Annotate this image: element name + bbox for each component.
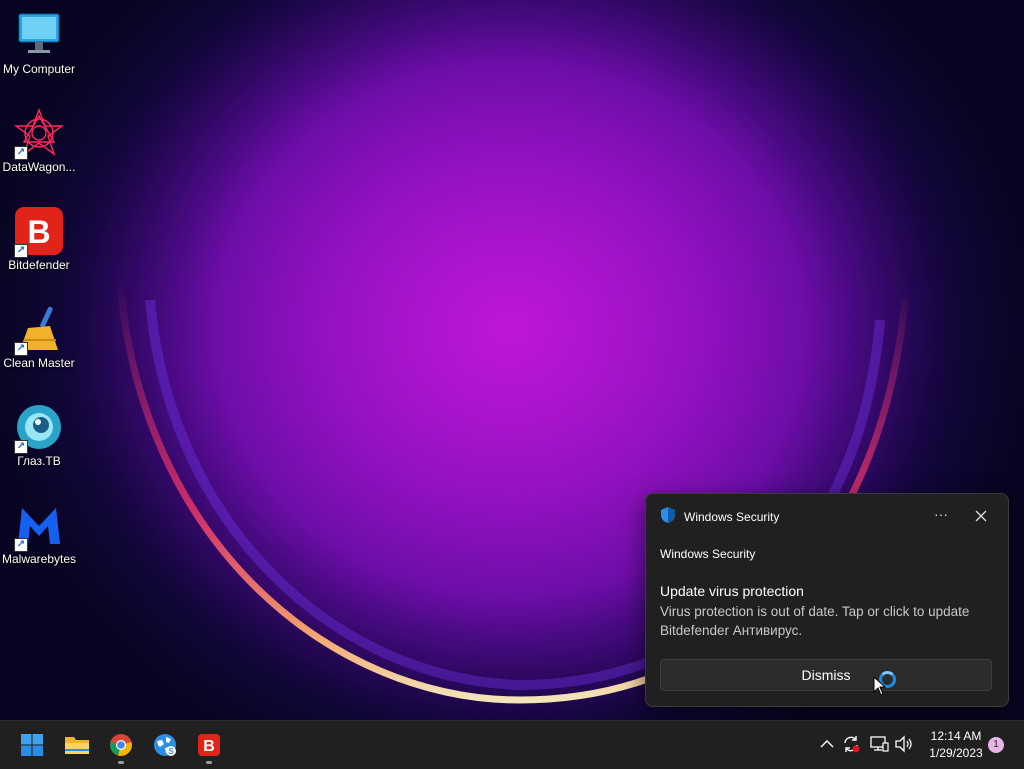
desktop-icon-datawagon[interactable]: ↗ DataWagon... xyxy=(0,100,78,192)
more-options-button[interactable]: ··· xyxy=(932,506,950,526)
show-hidden-icons-button[interactable] xyxy=(816,733,838,755)
tray-sync-app[interactable] xyxy=(840,733,862,755)
close-icon xyxy=(975,510,987,522)
datawagon-icon: ↗ xyxy=(13,108,65,160)
broom-icon: ↗ xyxy=(14,304,64,356)
notification-count-badge[interactable]: 1 xyxy=(988,737,1004,753)
svg-text:S: S xyxy=(168,747,174,756)
dismiss-button[interactable]: Dismiss xyxy=(660,659,992,691)
shield-icon xyxy=(660,506,676,529)
notification-app-name: Windows Security xyxy=(684,510,780,524)
taskbar-bitdefender[interactable]: B xyxy=(193,729,225,764)
desktop-icon-bitdefender[interactable]: B ↗ Bitdefender xyxy=(0,198,78,290)
globe-icon: S xyxy=(154,734,176,756)
chevron-up-icon xyxy=(820,740,834,748)
notification-body: Virus protection is out of date. Tap or … xyxy=(660,604,970,638)
bitdefender-icon: B xyxy=(198,734,220,756)
shortcut-arrow-icon: ↗ xyxy=(14,538,28,552)
notification-title: Update virus protection xyxy=(660,583,804,599)
bitdefender-icon: B ↗ xyxy=(14,206,64,258)
tray-network[interactable] xyxy=(868,733,890,755)
taskbar-network-tool[interactable]: S xyxy=(149,729,181,761)
desktop-icon-label: My Computer xyxy=(2,62,76,76)
shortcut-arrow-icon: ↗ xyxy=(14,244,28,258)
chrome-icon xyxy=(110,734,132,756)
desktop-icon-my-computer[interactable]: My Computer xyxy=(0,2,78,94)
taskbar-chrome[interactable] xyxy=(105,729,137,764)
desktop-icon-label: Clean Master xyxy=(3,356,75,370)
taskbar-file-explorer[interactable] xyxy=(61,729,93,761)
speaker-icon xyxy=(895,735,912,753)
monitor-icon xyxy=(14,10,64,60)
running-indicator xyxy=(118,761,124,764)
start-button[interactable] xyxy=(16,729,48,761)
network-icon xyxy=(870,736,889,752)
desktop-icon-malwarebytes[interactable]: ↗ Malwarebytes xyxy=(0,492,78,584)
svg-text:B: B xyxy=(203,738,215,755)
clock-date: 1/29/2023 xyxy=(929,746,983,760)
sync-icon xyxy=(844,736,860,753)
malwarebytes-icon: ↗ xyxy=(14,500,64,552)
desktop-icon-label: Глаз.ТВ xyxy=(17,454,61,468)
notification-subtitle: Windows Security xyxy=(660,547,756,561)
desktop-icon-label: DataWagon... xyxy=(2,160,76,174)
desktop-icon-label: Malwarebytes xyxy=(1,552,77,566)
running-indicator xyxy=(206,761,212,764)
desktop-icon-glaz-tv[interactable]: ↗ Глаз.ТВ xyxy=(0,394,78,486)
mouse-cursor-icon xyxy=(873,676,887,696)
folder-icon xyxy=(65,737,89,754)
shortcut-arrow-icon: ↗ xyxy=(14,342,28,356)
notification-header: Windows Security xyxy=(660,506,780,529)
desktop-icon-label: Bitdefender xyxy=(8,258,70,272)
windows-security-notification[interactable]: Windows Security ··· Windows Security Up… xyxy=(645,493,1009,707)
clock-time: 12:14 AM xyxy=(930,729,982,743)
tray-volume[interactable] xyxy=(893,733,915,755)
taskbar: S B 12:14 AM 1/29/2023 1 xyxy=(0,720,1024,769)
svg-text:B: B xyxy=(27,214,50,250)
shortcut-arrow-icon: ↗ xyxy=(14,146,28,160)
windows-logo-icon xyxy=(21,734,43,756)
close-button[interactable] xyxy=(972,506,990,526)
eye-tv-icon: ↗ xyxy=(14,402,64,454)
shortcut-arrow-icon: ↗ xyxy=(14,440,28,454)
taskbar-clock[interactable]: 12:14 AM 1/29/2023 xyxy=(920,728,992,762)
desktop-icon-clean-master[interactable]: ↗ Clean Master xyxy=(0,296,78,388)
